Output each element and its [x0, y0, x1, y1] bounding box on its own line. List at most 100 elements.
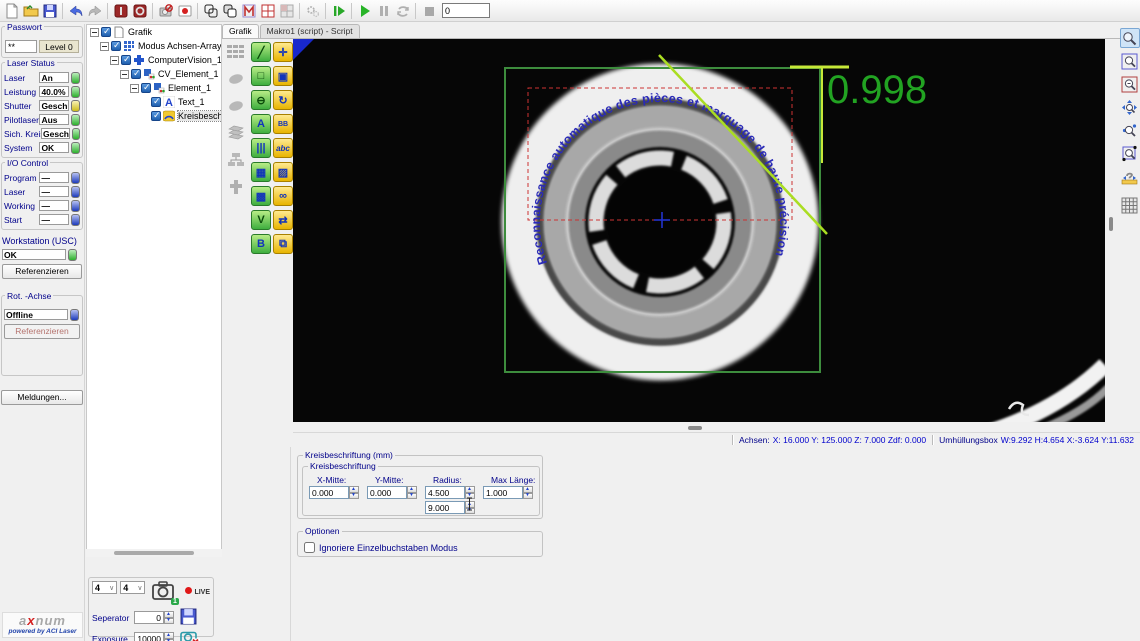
camera-close-icon[interactable] — [180, 629, 200, 641]
x-mitte-spinner[interactable] — [349, 486, 359, 499]
qrcode-tool-icon[interactable]: ▩ — [251, 186, 271, 206]
tree-checkbox[interactable] — [151, 111, 161, 121]
measure-help-icon[interactable] — [1120, 166, 1140, 186]
align-tool-icon[interactable]: ▣ — [273, 66, 293, 86]
zoom-icon[interactable] — [1120, 28, 1140, 48]
tree-checkbox[interactable] — [141, 83, 151, 93]
ignore-single-letter-checkbox[interactable] — [304, 542, 315, 553]
bitmap-tool-icon[interactable]: B — [251, 234, 271, 254]
radius-2-input[interactable] — [425, 501, 465, 514]
ellipse-icon[interactable] — [226, 69, 246, 89]
new-document-icon[interactable] — [2, 1, 21, 20]
tree-item-computervision[interactable]: ComputerVision_1 — [87, 53, 221, 67]
line-tool-icon[interactable]: ╱ — [251, 42, 271, 62]
shape-union-icon[interactable] — [201, 1, 220, 20]
zoom-fit-icon[interactable] — [1120, 51, 1140, 71]
arc-text-tool-icon[interactable]: abc — [273, 138, 293, 158]
loop-icon[interactable] — [393, 1, 412, 20]
tree-item-grafik[interactable]: Grafik — [87, 25, 221, 39]
password-input[interactable] — [5, 40, 37, 53]
tree-checkbox[interactable] — [111, 41, 121, 51]
pan-zoom-icon[interactable] — [1120, 97, 1140, 117]
mark-grid-icon[interactable] — [239, 1, 258, 20]
run-counter-input[interactable] — [442, 3, 490, 18]
shape-subtract-icon[interactable] — [220, 1, 239, 20]
exposure-spinner[interactable] — [164, 632, 174, 641]
power-off-icon[interactable] — [130, 1, 149, 20]
open-folder-icon[interactable] — [21, 1, 40, 20]
ellipse-2-icon[interactable] — [226, 96, 246, 116]
camera-capture-icon[interactable]: 1 — [152, 581, 176, 603]
zoom-region-icon[interactable] — [1120, 74, 1140, 94]
camera-select-2[interactable]: 4 — [120, 581, 145, 594]
separator-spinner[interactable] — [164, 611, 174, 624]
y-mitte-input[interactable] — [367, 486, 407, 499]
tree-horizontal-scrollbar[interactable] — [86, 549, 222, 557]
tree-item-text[interactable]: A Text_1 — [87, 95, 221, 109]
zoom-selection-icon[interactable] — [1120, 143, 1140, 163]
layers-icon[interactable] — [226, 123, 246, 143]
tree-expander-icon[interactable] — [120, 70, 129, 79]
tree-item-element[interactable]: Element_1 — [87, 81, 221, 95]
x-mitte-input[interactable] — [309, 486, 349, 499]
tree-item-kreisbeschriftung[interactable]: Kreisbeschriftung_1 — [87, 109, 221, 123]
camera-select-1[interactable]: 4 — [92, 581, 117, 594]
group-tool-icon[interactable]: ⧉ — [273, 234, 293, 254]
pixel-grid-icon[interactable] — [1120, 195, 1140, 215]
tree-expander-icon[interactable] — [100, 42, 109, 51]
zoom-dynamic-icon[interactable] — [1120, 120, 1140, 140]
scrollbar-thumb[interactable] — [1109, 217, 1113, 231]
scrollbar-thumb[interactable] — [114, 551, 194, 555]
tree-expander-icon[interactable] — [110, 56, 119, 65]
grid-disabled-icon[interactable] — [277, 1, 296, 20]
grid-red-icon[interactable] — [258, 1, 277, 20]
viewer-horizontal-scrollbar[interactable] — [293, 423, 1105, 432]
max-laenge-spinner[interactable] — [523, 486, 533, 499]
tab-makro-script[interactable]: Makro1 (script) - Script — [260, 24, 360, 38]
flowchart-icon[interactable] — [226, 150, 246, 170]
stop-icon[interactable] — [419, 1, 438, 20]
save-image-icon[interactable] — [180, 608, 197, 627]
tree-checkbox[interactable] — [121, 55, 131, 65]
viewer-vertical-scrollbar[interactable] — [1106, 39, 1115, 423]
play-icon[interactable] — [355, 1, 374, 20]
tree-item-cv-element[interactable]: CV_Element_1 — [87, 67, 221, 81]
distribute-tool-icon[interactable]: ⇄ — [273, 210, 293, 230]
camera-image-viewport[interactable]: Reconnaissance automatique des pièces et… — [293, 39, 1105, 422]
camera-disabled-icon[interactable] — [156, 1, 175, 20]
workstation-referenzieren-button[interactable]: Referenzieren — [2, 264, 82, 279]
axis-table-icon[interactable] — [226, 42, 246, 62]
meldungen-button[interactable]: Meldungen... — [1, 390, 83, 405]
y-mitte-spinner[interactable] — [407, 486, 417, 499]
save-icon[interactable] — [40, 1, 59, 20]
rectangle-tool-icon[interactable]: □ — [251, 66, 271, 86]
radius-input[interactable] — [425, 486, 465, 499]
tree-item-achsen-array[interactable]: Modus Achsen-Array_1 — [87, 39, 221, 53]
barcode-tool-icon[interactable]: ||| — [251, 138, 271, 158]
separator-input[interactable] — [134, 611, 164, 624]
tree-checkbox[interactable] — [131, 69, 141, 79]
scrollbar-thumb[interactable] — [688, 426, 702, 430]
power-on-icon[interactable] — [111, 1, 130, 20]
tree-checkbox[interactable] — [101, 27, 111, 37]
redo-icon[interactable] — [85, 1, 104, 20]
tree-checkbox[interactable] — [151, 97, 161, 107]
link-tool-icon[interactable]: ∞ — [273, 186, 293, 206]
rotate-tool-icon[interactable]: ↻ — [273, 90, 293, 110]
move-tool-icon[interactable]: ✛ — [273, 42, 293, 62]
fill-pattern-tool-icon[interactable]: ▨ — [273, 162, 293, 182]
tree-expander-icon[interactable] — [90, 28, 99, 37]
tree-expander-icon[interactable] — [130, 84, 139, 93]
text-block-tool-icon[interactable]: BB — [273, 114, 293, 134]
rot-achse-referenzieren-button[interactable]: Referenzieren — [4, 324, 80, 339]
exposure-input[interactable] — [134, 632, 164, 641]
pause-icon[interactable] — [374, 1, 393, 20]
settings-gears-icon[interactable] — [303, 1, 322, 20]
vector-import-tool-icon[interactable]: V — [251, 210, 271, 230]
level-button[interactable]: Level 0 — [39, 40, 79, 53]
undo-icon[interactable] — [66, 1, 85, 20]
circle-tool-icon[interactable]: ⊖ — [251, 90, 271, 110]
record-icon[interactable] — [175, 1, 194, 20]
puzzle-figure-icon[interactable] — [226, 177, 246, 197]
max-laenge-input[interactable] — [483, 486, 523, 499]
